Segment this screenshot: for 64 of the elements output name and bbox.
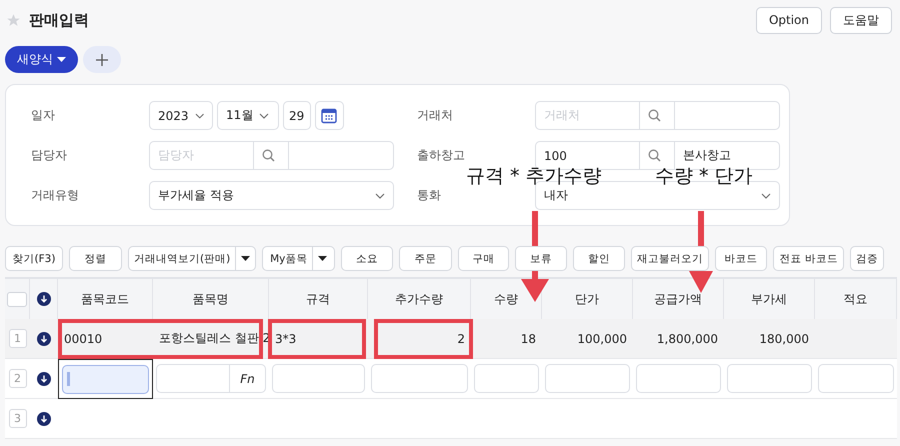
select-field[interactable]: 부가세율 적용 xyxy=(149,181,394,210)
toolbar-button[interactable]: 재고불러오기 xyxy=(631,246,710,271)
chevron-down-icon xyxy=(194,112,204,118)
toolbar-button[interactable]: 전표 바코드 xyxy=(773,246,844,271)
placeholder-text: 담당자 xyxy=(158,147,194,164)
chevron-down-icon xyxy=(761,192,771,198)
page-title: 판매입력 xyxy=(29,10,90,30)
toolbar-button[interactable]: 구매 xyxy=(458,246,510,271)
code-text: 100 xyxy=(544,148,567,162)
caret-icon xyxy=(318,256,328,261)
table-cell: 18 xyxy=(471,319,542,359)
input-field[interactable] xyxy=(545,364,630,393)
input-field[interactable]: Fn xyxy=(156,364,266,393)
year-select[interactable]: 2023 xyxy=(149,101,213,130)
split-button[interactable]: My품목 xyxy=(262,246,336,271)
plus-icon xyxy=(96,54,108,66)
toolbar-button[interactable]: 소요 xyxy=(341,246,394,271)
field-label: 출하창고 xyxy=(417,147,466,164)
caret-icon xyxy=(57,57,66,62)
table-cell: 180,000 xyxy=(724,319,815,359)
chevron-down-icon xyxy=(259,112,270,118)
field-label: 거래처 xyxy=(417,107,454,124)
input-field[interactable] xyxy=(272,364,365,393)
arrow-down-circle-icon[interactable] xyxy=(37,372,51,386)
search-icon xyxy=(262,149,275,162)
input-field[interactable] xyxy=(727,364,812,393)
field-label: 일자 xyxy=(31,107,56,124)
new-form-button[interactable]: 새양식 xyxy=(5,46,78,73)
chevron-down-icon xyxy=(375,192,385,198)
search-icon xyxy=(648,109,661,122)
toolbar-button[interactable]: 보류 xyxy=(515,246,568,271)
input-field[interactable] xyxy=(62,364,149,394)
toolbar-button[interactable]: 주문 xyxy=(399,246,452,271)
arrow-down-circle-icon[interactable] xyxy=(36,292,50,306)
toolbar-button[interactable]: 바코드 xyxy=(715,246,768,271)
input-field[interactable] xyxy=(371,364,468,393)
field-label: 통화 xyxy=(417,187,442,204)
caret-icon xyxy=(241,256,250,261)
arrow-down-circle-icon[interactable] xyxy=(37,332,51,346)
toolbar-button[interactable]: 정렬 xyxy=(69,246,122,271)
table-cell: 1,800,000 xyxy=(633,319,724,359)
search-icon xyxy=(648,149,661,162)
table-cell: 100,000 xyxy=(542,319,633,359)
header-button[interactable]: Option xyxy=(756,6,822,34)
input-field[interactable] xyxy=(818,364,894,393)
day-field[interactable]: 29 xyxy=(283,101,311,130)
field-label: 거래유형 xyxy=(31,187,80,204)
placeholder-text: 거래처 xyxy=(544,107,580,124)
toolbar-button[interactable]: 할인 xyxy=(573,246,626,271)
header-button[interactable]: 도움말 xyxy=(830,6,892,34)
star-icon[interactable] xyxy=(6,12,21,28)
toolbar-button[interactable]: 찾기(F3) xyxy=(5,246,63,271)
calendar-icon xyxy=(321,108,337,124)
arrow-down-circle-icon[interactable] xyxy=(37,412,51,426)
field-label: 담당자 xyxy=(31,147,68,164)
name-text: 본사창고 xyxy=(683,147,731,164)
calendar-button[interactable] xyxy=(315,101,344,130)
input-field[interactable] xyxy=(474,364,539,393)
month-select[interactable]: 11월 xyxy=(217,101,279,130)
select-all-checkbox[interactable] xyxy=(7,292,27,306)
add-button[interactable] xyxy=(83,46,121,73)
input-field[interactable] xyxy=(636,364,721,393)
toolbar-button[interactable]: 검증 xyxy=(850,246,884,271)
split-button[interactable]: 거래내역보기(판매) xyxy=(128,246,256,271)
